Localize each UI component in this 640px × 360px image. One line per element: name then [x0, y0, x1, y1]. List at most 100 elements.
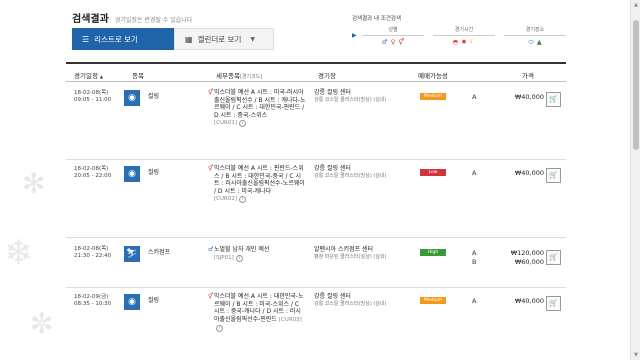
header-sport: 종목 — [132, 72, 144, 80]
header-price: 가격 — [522, 72, 534, 80]
list-view-button[interactable]: ☰ 리스트로 보기 — [72, 28, 174, 50]
row-venue: 강릉 컬링 센터 강릉 코스탈 클러스터(빙상) (실내) — [314, 293, 422, 308]
row-detail: ⚥ 믹스더블 예선 A 시트 : 미국-러시아출신올림픽선수 / B 시트 : … — [208, 89, 306, 127]
calendar-view-button[interactable]: ▦ 캘린더로 보기 ▼ — [174, 28, 274, 50]
header-availability: 예매가능성 — [418, 72, 448, 80]
male-icon[interactable]: ♂ — [382, 38, 388, 46]
venue-name[interactable]: 강릉 컬링 센터 — [314, 165, 422, 173]
calendar-icon: ▦ — [185, 34, 193, 44]
list-view-label: 리스트로 보기 — [94, 34, 138, 44]
cart-icon[interactable]: 🛒 — [546, 296, 561, 311]
row-sport[interactable]: 컬링 — [148, 167, 159, 176]
table-row: 18-02-08(목) 21:30 - 22:40 ⛷ 스키점프 ♂ 노멀힐 남자… — [66, 238, 566, 288]
cart-icon[interactable]: 🛒 — [546, 250, 561, 265]
header-venue: 경기장 — [318, 72, 336, 80]
curling-icon: ◉ — [124, 90, 140, 106]
info-icon[interactable]: i — [216, 325, 223, 332]
seat-grade: A — [472, 297, 477, 305]
header-date[interactable]: 경기일정 — [74, 70, 103, 80]
row-detail: ⚥ 믹스더블 예선 A 시트 : 대한민국-노르웨이 / B 시트 : 미국-스… — [208, 293, 304, 332]
venue-cluster: 강릉 코스탈 클러스터(빙상) (실내) — [314, 300, 387, 307]
availability-badge: Low — [420, 169, 446, 176]
row-detail: ⚥ 믹스더블 예선 A 시트 : 핀란드-스위스 / B 시트 : 대한민국-중… — [208, 165, 305, 203]
row-detail: ♂ 노멀힐 남자 개인 예선 [SJP01] i — [208, 246, 270, 262]
ski-jump-icon: ⛷ — [124, 246, 140, 262]
scroll-down-icon[interactable]: ▼ — [631, 350, 640, 360]
mountain-icon[interactable]: ▲ — [537, 38, 542, 47]
snowflake-decoration: ✻ ❄ ✼ — [0, 150, 60, 360]
row-date: 18-02-08(목) 20:05 - 22:00 — [74, 166, 112, 179]
seat-grade: A — [472, 93, 477, 101]
filter-gender-label: 성별 — [388, 27, 398, 33]
event-code: [SJP01] — [214, 254, 234, 261]
filter-venue: 경기장소 ⬭ ▲ — [504, 26, 566, 47]
event-code: [CUR02] — [214, 196, 237, 202]
snowflake-icon: ✼ — [30, 307, 54, 340]
ticket-prices: ₩120,000 ₩60,000 — [510, 249, 544, 266]
arrow-right-icon: ▶ — [352, 32, 357, 39]
table-row: 18-02-08(목) 09:05 - 11:00 ◉ 컬링 ⚥ 믹스더블 예선 … — [66, 84, 566, 160]
availability-badge: Medium — [420, 93, 446, 100]
seat-grades: AB — [472, 249, 477, 266]
filter-gender: 성별 ♂ ♀ ⚥ — [362, 26, 424, 47]
venue-cluster: 강릉 코스탈 클러스터(빙상) (실내) — [314, 172, 387, 179]
cart-icon[interactable]: 🛒 — [546, 92, 561, 107]
schedule-note: 경기일정은 변경될 수 있습니다 — [114, 17, 193, 24]
table-row: 18-02-09(금) 08:35 - 10:30 ◉ 컬링 ⚥ 믹스더블 예선 … — [66, 288, 566, 360]
filter-time-label: 경기시간 — [454, 27, 474, 33]
mixed-gender-icon: ⚥ — [208, 89, 214, 96]
curling-icon: ◉ — [124, 166, 140, 182]
view-switcher: ☰ 리스트로 보기 ▦ 캘린더로 보기 ▼ — [72, 28, 336, 50]
list-icon: ☰ — [82, 34, 90, 44]
availability-badge: High — [420, 249, 446, 256]
scrollbar-thumb[interactable] — [633, 20, 639, 150]
stadium-icon[interactable]: ⬭ — [528, 38, 534, 47]
header-detail-sub: [경기코드] — [239, 74, 263, 80]
venue-name[interactable]: 강릉 컬링 센터 — [314, 89, 422, 97]
female-icon[interactable]: ♀ — [391, 38, 396, 46]
row-date: 18-02-09(금) 08:35 - 10:30 — [74, 294, 112, 307]
venue-name[interactable]: 강릉 컬링 센터 — [314, 293, 422, 301]
row-sport[interactable]: 컬링 — [148, 295, 159, 304]
info-icon[interactable]: i — [238, 196, 246, 203]
ticket-price: ₩40,000 — [514, 93, 544, 101]
mixed-gender-icon: ⚥ — [208, 165, 214, 172]
row-date: 18-02-08(목) 09:05 - 11:00 — [74, 90, 112, 103]
mixed-gender-icon: ⚥ — [208, 293, 214, 300]
table-header: 경기일정 종목 세부종목[경기코드] 경기장 예매가능성 가격 — [66, 62, 566, 82]
row-venue: 강릉 컬링 센터 강릉 코스탈 클러스터(빙상) (실내) — [314, 165, 422, 180]
header: 검색결과 경기일정은 변경될 수 있습니다 — [72, 10, 192, 25]
venue-name[interactable]: 알펜시아 스키점프 센터 — [314, 246, 422, 254]
info-icon[interactable]: i — [235, 254, 243, 262]
seat-grade: A — [472, 169, 477, 177]
moon-icon[interactable]: ☾ — [470, 38, 476, 46]
row-sport[interactable]: 컬링 — [148, 91, 159, 100]
sun-icon[interactable]: ✹ — [461, 38, 466, 46]
venue-cluster: 강릉 코스탈 클러스터(빙상) (실내) — [314, 96, 387, 103]
row-sport[interactable]: 스키점프 — [148, 247, 170, 256]
info-icon[interactable]: i — [238, 120, 246, 127]
scroll-up-icon[interactable]: ▲ — [631, 0, 640, 10]
row-venue: 알펜시아 스키점프 센터 평창 마운틴 클러스터(설상) (실외) — [314, 246, 422, 261]
page-title: 검색결과 — [72, 14, 109, 25]
main-content: 검색결과 경기일정은 변경될 수 있습니다 ☰ 리스트로 보기 ▦ 캘린더로 보… — [66, 0, 566, 360]
event-code: [CUR03] — [278, 316, 302, 323]
filter-venue-label: 경기장소 — [525, 27, 545, 33]
row-date: 18-02-08(목) 21:30 - 22:40 — [74, 246, 112, 259]
cart-icon[interactable]: 🛒 — [546, 168, 561, 183]
snowflake-icon: ❄ — [4, 233, 33, 273]
availability-badge: Medium — [420, 297, 446, 304]
venue-cluster: 평창 마운틴 클러스터(설상) (실외) — [314, 253, 387, 260]
header-detail: 세부종목[경기코드] — [216, 72, 263, 80]
calendar-view-label: 캘린더로 보기 — [197, 34, 242, 44]
morning-icon[interactable]: ◓ — [453, 38, 459, 46]
chevron-down-icon: ▼ — [250, 35, 255, 43]
row-venue: 강릉 컬링 센터 강릉 코스탈 클러스터(빙상) (실내) — [314, 89, 422, 104]
mixed-icon[interactable]: ⚥ — [398, 38, 404, 46]
filter-panel: 검색결과 내 조건검색 ▶ 성별 ♂ ♀ ⚥ 경기시간 ◓ ✹ ☾ 경기장소 ⬭… — [352, 14, 566, 58]
filter-title: 검색결과 내 조건검색 — [352, 16, 402, 22]
snowflake-icon: ✻ — [22, 167, 46, 200]
ticket-price: ₩40,000 — [514, 169, 544, 177]
vertical-scrollbar[interactable]: ▲ ▼ — [630, 0, 640, 360]
ticket-price: ₩40,000 — [514, 297, 544, 305]
